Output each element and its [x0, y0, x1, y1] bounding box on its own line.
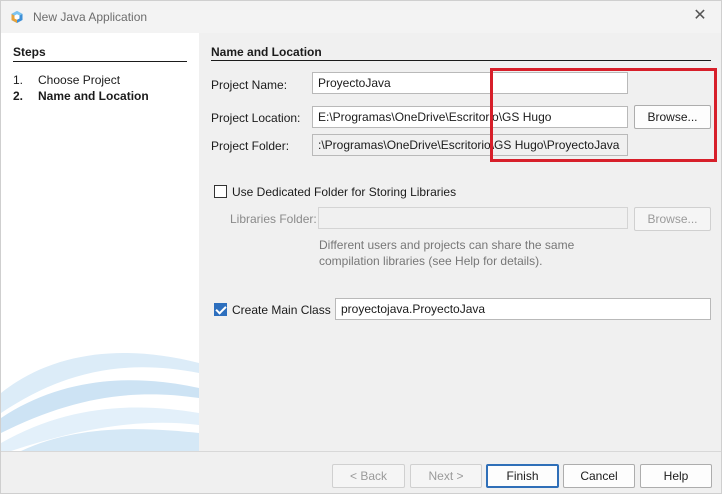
step-label: Name and Location [38, 89, 149, 103]
step-number: 1. [13, 73, 24, 87]
step-item-choose-project: 1. Choose Project [13, 73, 120, 87]
libraries-help-text: Different users and projects can share t… [319, 237, 609, 269]
dedicated-folder-label: Use Dedicated Folder for Storing Librari… [232, 185, 457, 199]
step-label: Choose Project [38, 73, 121, 87]
close-icon[interactable]: ✕ [687, 5, 713, 29]
finish-button[interactable]: Finish [486, 464, 559, 488]
help-line-1: Different users and projects can share t… [319, 238, 575, 252]
footer-divider [1, 451, 721, 452]
cancel-button[interactable]: Cancel [563, 464, 635, 488]
project-location-label: Project Location: [211, 111, 301, 125]
help-line-2: compilation libraries (see Help for deta… [319, 254, 543, 268]
main-class-input[interactable]: proyectojava.ProyectoJava [335, 298, 711, 320]
step-number: 2. [13, 89, 24, 103]
create-main-class-label: Create Main Class [232, 303, 331, 317]
next-button[interactable]: Next > [410, 464, 482, 488]
libraries-folder-input[interactable] [318, 207, 628, 229]
steps-panel: Steps 1. Choose Project 2. Name and Locati… [1, 33, 199, 451]
create-main-class-checkbox[interactable] [214, 303, 227, 316]
decorative-swoosh [1, 353, 199, 451]
step-item-name-and-location: 2. Name and Location [13, 89, 149, 103]
back-button[interactable]: < Back [332, 464, 405, 488]
section-divider [211, 60, 711, 61]
libraries-browse-button[interactable]: Browse... [634, 207, 711, 231]
window-title: New Java Application [33, 10, 148, 24]
steps-title: Steps [13, 45, 46, 59]
netbeans-app-icon [11, 11, 23, 23]
project-name-label: Project Name: [211, 78, 288, 92]
title-bar: New Java Application ✕ [1, 1, 721, 33]
dedicated-folder-checkbox[interactable] [214, 185, 227, 198]
project-folder-label: Project Folder: [211, 139, 290, 153]
highlight-annotation-box [490, 68, 717, 162]
section-title: Name and Location [211, 45, 322, 59]
libraries-folder-label: Libraries Folder: [230, 212, 317, 226]
dialog-window: New Java Application ✕ Steps 1. Choose Pr… [0, 0, 722, 494]
steps-divider [13, 61, 187, 62]
help-button[interactable]: Help [640, 464, 712, 488]
